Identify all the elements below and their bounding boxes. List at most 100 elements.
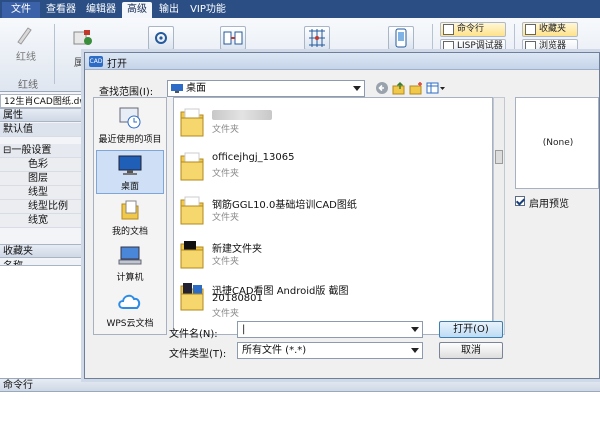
folder-icon bbox=[180, 283, 204, 311]
gear-icon bbox=[155, 32, 167, 44]
chevron-down-icon bbox=[411, 327, 419, 332]
place-documents[interactable]: 我的文档 bbox=[96, 196, 164, 240]
attribute-button[interactable] bbox=[70, 26, 96, 50]
menu-tab-editor[interactable]: 编辑器 bbox=[82, 2, 120, 18]
place-computer-label: 计算机 bbox=[116, 273, 144, 283]
look-in-label: 查找范围(I): bbox=[99, 87, 154, 98]
look-in-combo[interactable]: 桌面 bbox=[167, 80, 365, 97]
menu-bar: 文件 查看器 编辑器 高级 输出 VIP功能 bbox=[0, 0, 600, 18]
look-in-value: 桌面 bbox=[186, 83, 206, 94]
redline-button[interactable] bbox=[12, 24, 38, 48]
compare-button[interactable] bbox=[220, 26, 246, 50]
file-type: 文件夹 bbox=[212, 213, 240, 223]
attribute-label: 属 bbox=[74, 58, 84, 69]
places-bar: 最近使用的项目 桌面 我的文档 计算机 WPS云文档 bbox=[93, 97, 167, 335]
grid-button[interactable] bbox=[304, 26, 330, 50]
dialog-title-bar: CAD 打开 bbox=[85, 53, 599, 70]
list-item[interactable]: 钢筋GGL10.0基础培训CAD图纸 文件夹 bbox=[178, 192, 478, 232]
menu-tab-output[interactable]: 输出 bbox=[154, 2, 184, 18]
command-line[interactable]: 命令行 bbox=[0, 378, 600, 392]
open-button[interactable]: 打开(O) bbox=[439, 321, 503, 338]
back-icon[interactable] bbox=[375, 81, 389, 95]
redline-button-label: 红线 bbox=[16, 52, 36, 63]
place-wps-cloud[interactable]: WPS云文档 bbox=[96, 288, 164, 332]
menu-tab-advanced[interactable]: 高级 bbox=[122, 2, 152, 18]
view-menu-icon[interactable] bbox=[426, 81, 446, 95]
open-dialog: CAD 打开 查找范围(I): 桌面 最近使用的项目 桌面 我的文档 计算机 W… bbox=[84, 52, 600, 379]
preview-none-text: (None) bbox=[542, 138, 574, 148]
attribute-icon bbox=[73, 30, 92, 45]
command-line-button-label: 命令行 bbox=[457, 24, 485, 34]
place-computer[interactable]: 计算机 bbox=[96, 242, 164, 286]
cancel-button[interactable]: 取消 bbox=[439, 342, 503, 359]
cloud-icon bbox=[118, 294, 141, 309]
up-folder-icon[interactable] bbox=[392, 81, 406, 95]
prop-linetype-scale[interactable]: 线型比例 bbox=[0, 200, 88, 214]
favorites-button[interactable]: 收藏夹 bbox=[522, 22, 578, 37]
lisp-debugger-button-label: LISP调试器 bbox=[457, 41, 503, 51]
menu-tab-file[interactable]: 文件 bbox=[2, 2, 40, 18]
filetype-value: 所有文件 (*.*) bbox=[242, 345, 307, 356]
prop-lineweight[interactable]: 线宽 bbox=[0, 214, 88, 228]
file-type: 文件夹 bbox=[212, 169, 240, 179]
file-name: 新建文件夹 bbox=[212, 244, 262, 255]
chevron-down-icon bbox=[353, 86, 361, 91]
prop-color[interactable]: 色彩 bbox=[0, 158, 88, 172]
place-desktop[interactable]: 桌面 bbox=[96, 150, 164, 194]
menu-tab-viewer[interactable]: 查看器 bbox=[42, 2, 80, 18]
place-recent[interactable]: 最近使用的项目 bbox=[96, 104, 164, 148]
place-recent-label: 最近使用的项目 bbox=[98, 135, 162, 145]
filetype-select[interactable]: 所有文件 (*.*) bbox=[237, 342, 423, 359]
chevron-down-icon bbox=[411, 348, 419, 353]
enable-preview-checkbox[interactable] bbox=[515, 196, 525, 206]
document-tab[interactable]: 12生肖CAD图纸.dwg bbox=[0, 94, 88, 108]
file-list: 文件夹 officejhgj_13065 文件夹 钢筋GGL10.0基础培训CA… bbox=[173, 97, 493, 335]
filename-value: | bbox=[242, 324, 246, 335]
console-icon bbox=[443, 24, 454, 35]
left-panel: 12生肖CAD图纸.dwg 属性 默认值 ⊟一般设置 色彩 图层 线型 线型比例… bbox=[0, 92, 88, 378]
filename-input[interactable]: | bbox=[237, 321, 423, 338]
documents-icon bbox=[121, 200, 139, 220]
pen-icon bbox=[17, 27, 32, 45]
list-item[interactable]: officejhgj_13065 文件夹 bbox=[178, 148, 478, 188]
browser-button-label: 浏览器 bbox=[539, 41, 567, 51]
menu-tab-vip[interactable]: VIP功能 bbox=[186, 2, 230, 18]
filename-label: 文件名(N): bbox=[169, 329, 218, 340]
folder-icon bbox=[180, 196, 204, 225]
recent-items-icon bbox=[119, 107, 141, 129]
prop-layer[interactable]: 图层 bbox=[0, 172, 88, 186]
enable-preview-label: 启用预览 bbox=[529, 199, 569, 210]
grid-icon bbox=[309, 29, 325, 47]
place-desktop-label: 桌面 bbox=[120, 182, 139, 192]
file-type: 文件夹 bbox=[212, 125, 240, 135]
filetype-label: 文件类型(T): bbox=[169, 349, 227, 360]
file-list-scrollbar[interactable] bbox=[493, 97, 505, 335]
place-wps-cloud-label: WPS云文档 bbox=[106, 319, 154, 329]
favorites-title: 收藏夹 bbox=[0, 244, 88, 258]
file-name-line2: 20180801 bbox=[212, 293, 263, 304]
general-settings-group[interactable]: ⊟一般设置 bbox=[0, 144, 88, 158]
place-documents-label: 我的文档 bbox=[111, 227, 148, 237]
file-name: 钢筋GGL10.0基础培训CAD图纸 bbox=[212, 200, 357, 211]
insert-block-button[interactable] bbox=[148, 26, 174, 50]
file-type: 文件夹 bbox=[212, 257, 240, 267]
file-name: officejhgj_13065 bbox=[212, 152, 295, 163]
folder-icon bbox=[180, 241, 204, 269]
file-type: 文件夹 bbox=[212, 309, 240, 319]
debug-icon bbox=[443, 41, 454, 52]
new-folder-icon[interactable] bbox=[409, 81, 423, 95]
favorites-button-label: 收藏夹 bbox=[539, 24, 567, 34]
list-item[interactable]: 新建文件夹 文件夹 bbox=[178, 236, 478, 276]
device-icon bbox=[395, 28, 407, 48]
properties-title: 属性 bbox=[0, 108, 88, 122]
ribbon-separator bbox=[54, 24, 55, 84]
folder-icon bbox=[180, 108, 204, 137]
list-item[interactable]: 文件夹 bbox=[178, 104, 478, 144]
dialog-title: 打开 bbox=[107, 59, 127, 70]
device-button[interactable] bbox=[388, 26, 414, 50]
scrollbar-thumb[interactable] bbox=[495, 150, 503, 164]
prop-linetype[interactable]: 线型 bbox=[0, 186, 88, 200]
command-line-button[interactable]: 命令行 bbox=[440, 22, 506, 37]
favorites-list bbox=[0, 265, 88, 378]
blurred-filename bbox=[212, 110, 272, 120]
